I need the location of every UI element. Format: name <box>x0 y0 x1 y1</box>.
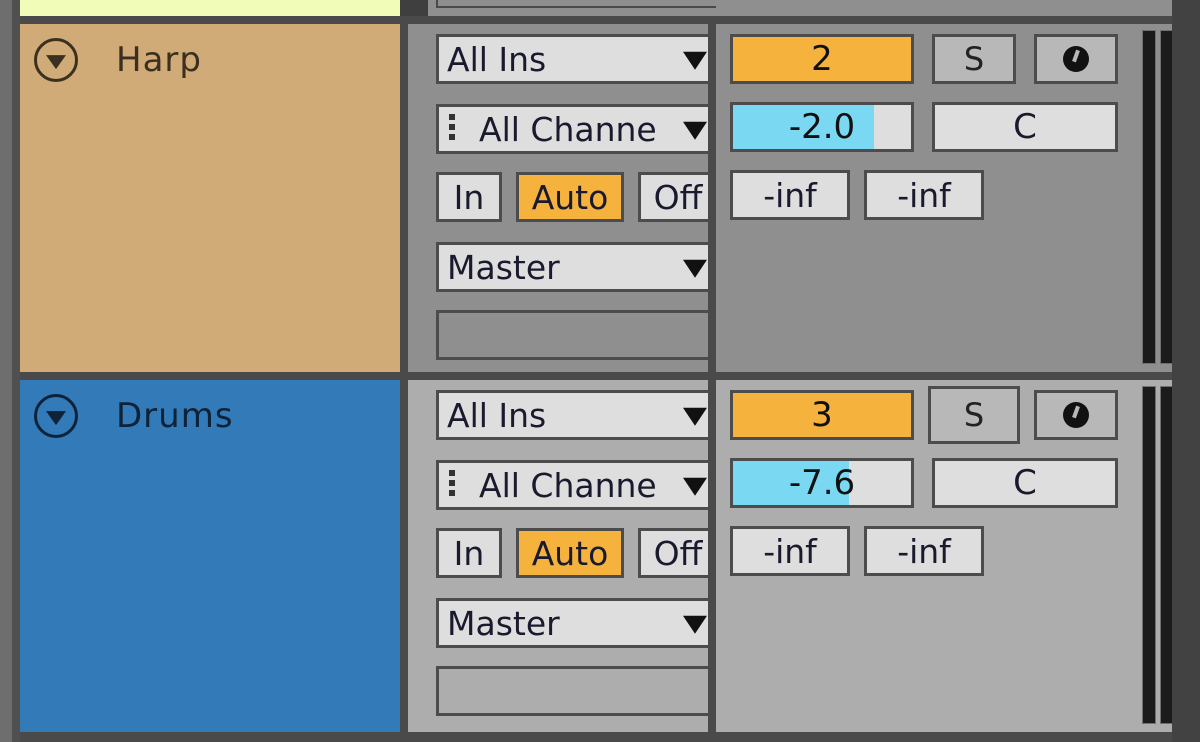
pan-value: C <box>1013 463 1037 503</box>
monitor-auto-label: Auto <box>531 533 609 573</box>
track-activator-button[interactable]: 2 <box>730 34 914 84</box>
output-dropdown[interactable]: Master <box>436 242 718 292</box>
arm-button[interactable] <box>1034 390 1118 440</box>
solo-button[interactable]: S <box>928 386 1020 444</box>
peak-right-value: -inf <box>897 531 951 571</box>
track-divider <box>20 16 1172 24</box>
track-activator-button[interactable]: 3 <box>730 390 914 440</box>
monitor-off-label: Off <box>653 533 703 573</box>
gutter-line <box>12 0 20 742</box>
peak-right-display[interactable]: -inf <box>864 170 984 220</box>
right-edge-strip <box>1172 0 1200 742</box>
solo-label: S <box>963 396 985 434</box>
track-title-cell[interactable]: Harp <box>20 24 400 372</box>
monitor-off-button[interactable]: Off <box>638 528 718 578</box>
input-type-value: All Ins <box>447 39 547 79</box>
fold-toggle-icon[interactable] <box>34 38 78 82</box>
input-type-dropdown[interactable]: All Ins <box>436 34 718 84</box>
input-channel-dropdown[interactable]: All Channe <box>436 460 718 510</box>
volume-slider[interactable]: -7.6 <box>730 458 914 508</box>
peak-right-display[interactable]: -inf <box>864 526 984 576</box>
volume-slider[interactable]: -2.0 <box>730 102 914 152</box>
left-gutter <box>0 0 20 742</box>
output-channel-slot[interactable] <box>436 310 718 360</box>
track-divider <box>20 732 1172 742</box>
input-channel-value: All Channe <box>479 465 657 505</box>
column-divider <box>400 380 408 732</box>
monitor-auto-button[interactable]: Auto <box>516 528 624 578</box>
track-drums: Drums All Ins All Channe In Auto Off Mas… <box>20 380 1174 732</box>
dropdown-arrow-icon <box>683 407 707 426</box>
column-divider <box>400 24 408 372</box>
track-name[interactable]: Drums <box>116 396 234 436</box>
mixer-section: 3 S -7.6 C -inf -inf <box>716 380 1174 732</box>
solo-label: S <box>963 40 985 78</box>
io-section: All Ins All Channe In Auto Off Master <box>408 24 718 372</box>
track-name[interactable]: Harp <box>116 40 202 80</box>
monitor-in-button[interactable]: In <box>436 172 502 222</box>
io-section: All Ins All Channe In Auto Off Master <box>408 380 718 732</box>
column-divider <box>708 24 716 372</box>
pan-control[interactable]: C <box>932 458 1118 508</box>
output-value: Master <box>447 603 560 643</box>
input-type-dropdown[interactable]: All Ins <box>436 390 718 440</box>
dropdown-arrow-icon <box>683 259 707 278</box>
solo-button[interactable]: S <box>932 34 1016 84</box>
meter-left <box>1142 30 1156 364</box>
track-title-cell[interactable]: Drums <box>20 380 400 732</box>
peak-left-display[interactable]: -inf <box>730 170 850 220</box>
track-number: 2 <box>811 39 833 79</box>
dropdown-arrow-icon <box>683 121 707 140</box>
input-channel-value: All Channe <box>479 109 657 149</box>
monitor-in-button[interactable]: In <box>436 528 502 578</box>
monitor-in-label: In <box>453 177 485 217</box>
peak-left-display[interactable]: -inf <box>730 526 850 576</box>
track-divider <box>20 372 1172 380</box>
dropdown-arrow-icon <box>683 477 707 496</box>
input-channel-dropdown[interactable]: All Channe <box>436 104 718 154</box>
column-divider <box>708 380 716 732</box>
peak-left-value: -inf <box>763 531 817 571</box>
monitor-off-label: Off <box>653 177 703 217</box>
previous-track-name-cell[interactable] <box>20 0 400 16</box>
channel-grip-icon <box>449 470 455 500</box>
output-dropdown[interactable]: Master <box>436 598 718 648</box>
fold-toggle-icon[interactable] <box>34 394 78 438</box>
monitor-auto-button[interactable]: Auto <box>516 172 624 222</box>
peak-left-value: -inf <box>763 175 817 215</box>
volume-value: -2.0 <box>788 107 856 147</box>
output-channel-slot[interactable] <box>436 666 718 716</box>
previous-track-io-cell <box>428 0 726 16</box>
arm-button[interactable] <box>1034 34 1118 84</box>
previous-track-slot <box>436 0 720 8</box>
arm-record-icon <box>1063 402 1089 428</box>
track-number: 3 <box>811 395 833 435</box>
monitor-auto-label: Auto <box>531 177 609 217</box>
pan-control[interactable]: C <box>932 102 1118 152</box>
input-type-value: All Ins <box>447 395 547 435</box>
peak-right-value: -inf <box>897 175 951 215</box>
monitor-off-button[interactable]: Off <box>638 172 718 222</box>
track-harp: Harp All Ins All Channe In Auto Off Mast… <box>20 24 1174 372</box>
pan-value: C <box>1013 107 1037 147</box>
arm-record-icon <box>1063 46 1089 72</box>
channel-grip-icon <box>449 114 455 144</box>
output-value: Master <box>447 247 560 287</box>
mixer-section: 2 S -2.0 C -inf -inf <box>716 24 1174 372</box>
previous-track-mix-cell <box>716 0 1172 16</box>
monitor-in-label: In <box>453 533 485 573</box>
meter-left <box>1142 386 1156 724</box>
dropdown-arrow-icon <box>683 51 707 70</box>
volume-value: -7.6 <box>788 463 856 503</box>
dropdown-arrow-icon <box>683 615 707 634</box>
